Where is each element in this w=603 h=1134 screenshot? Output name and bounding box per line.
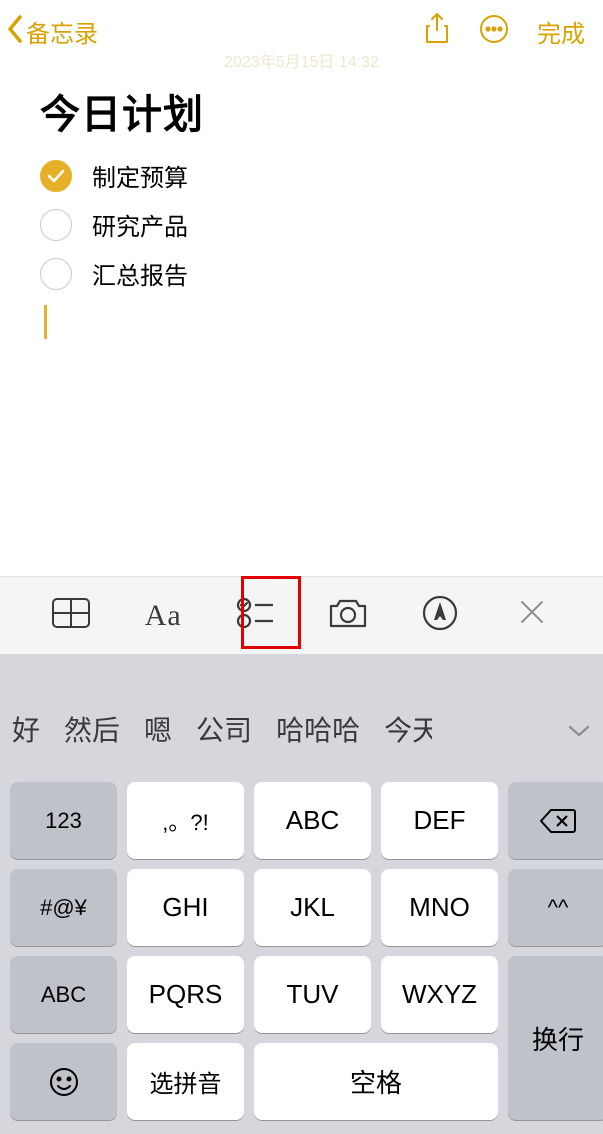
key-pqrs[interactable]: PQRS — [127, 956, 244, 1033]
checklist: 制定预算 研究产品 汇总报告 — [40, 158, 563, 291]
nav-back-label: 备忘录 — [26, 14, 98, 49]
chevron-left-icon — [6, 14, 24, 49]
check-circle-icon[interactable] — [40, 209, 72, 241]
nav-back[interactable]: 备忘录 — [6, 14, 423, 49]
text-cursor — [44, 305, 47, 339]
check-circle-icon[interactable] — [40, 258, 72, 290]
done-button[interactable]: 完成 — [537, 14, 585, 49]
check-item[interactable]: 研究产品 — [40, 207, 563, 242]
key-wxyz[interactable]: WXYZ — [381, 956, 498, 1033]
key-ghi[interactable]: GHI — [127, 869, 244, 946]
note-title: 今日计划 — [40, 82, 563, 140]
text-format-button[interactable]: Aa — [128, 599, 198, 633]
key-jkl[interactable]: JKL — [254, 869, 371, 946]
format-toolbar: Aa — [0, 576, 603, 654]
camera-icon[interactable] — [313, 596, 383, 635]
key-tuv[interactable]: TUV — [254, 956, 371, 1033]
key-punct[interactable]: ,。?! — [127, 782, 244, 859]
key-backspace[interactable] — [508, 782, 603, 859]
key-select-pinyin[interactable]: 选拼音 — [127, 1043, 244, 1120]
key-123[interactable]: 123 — [10, 782, 117, 859]
check-label: 研究产品 — [92, 207, 188, 242]
suggestion[interactable]: 嗯 — [144, 709, 172, 749]
key-label: ,。?! — [162, 805, 208, 837]
more-icon[interactable] — [479, 14, 509, 49]
share-icon[interactable] — [423, 12, 451, 51]
key-space[interactable]: 空格 — [254, 1043, 498, 1120]
suggestion[interactable]: 哈哈哈 — [276, 709, 360, 749]
key-grid: 123 ,。?! ABC DEF #@¥ GHI JKL MNO ^^ ABC … — [10, 782, 593, 1120]
check-circle-done-icon[interactable] — [40, 160, 72, 192]
suggestion[interactable]: 公司 — [196, 709, 252, 749]
checklist-icon[interactable] — [220, 596, 290, 635]
key-enter[interactable]: 换行 — [508, 956, 603, 1120]
markup-icon[interactable] — [405, 595, 475, 636]
suggestion[interactable]: 今天 — [384, 709, 432, 749]
check-label: 制定预算 — [92, 158, 188, 193]
suggestion[interactable]: 好 — [12, 709, 40, 749]
key-kaomoji[interactable]: ^^ — [508, 869, 603, 946]
key-def[interactable]: DEF — [381, 782, 498, 859]
check-label: 汇总报告 — [92, 256, 188, 291]
chevron-down-icon[interactable] — [567, 713, 591, 745]
check-item[interactable]: 汇总报告 — [40, 256, 563, 291]
key-symbols[interactable]: #@¥ — [10, 869, 117, 946]
keyboard: 好 然后 嗯 公司 哈哈哈 今天 123 ,。?! ABC DEF #@¥ GH… — [0, 654, 603, 1134]
key-abc[interactable]: ABC — [254, 782, 371, 859]
note-body[interactable]: 今日计划 制定预算 研究产品 汇总报告 — [0, 62, 603, 339]
suggestion-bar: 好 然后 嗯 公司 哈哈哈 今天 — [0, 654, 603, 764]
nav-actions: 完成 — [423, 12, 585, 51]
key-emoji[interactable] — [10, 1043, 117, 1120]
suggestion[interactable]: 然后 — [64, 709, 120, 749]
check-item[interactable]: 制定预算 — [40, 158, 563, 193]
close-icon[interactable] — [497, 599, 567, 633]
nav-bar: 备忘录 完成 — [0, 0, 603, 62]
key-mno[interactable]: MNO — [381, 869, 498, 946]
key-shift-abc[interactable]: ABC — [10, 956, 117, 1033]
table-icon[interactable] — [36, 597, 106, 634]
